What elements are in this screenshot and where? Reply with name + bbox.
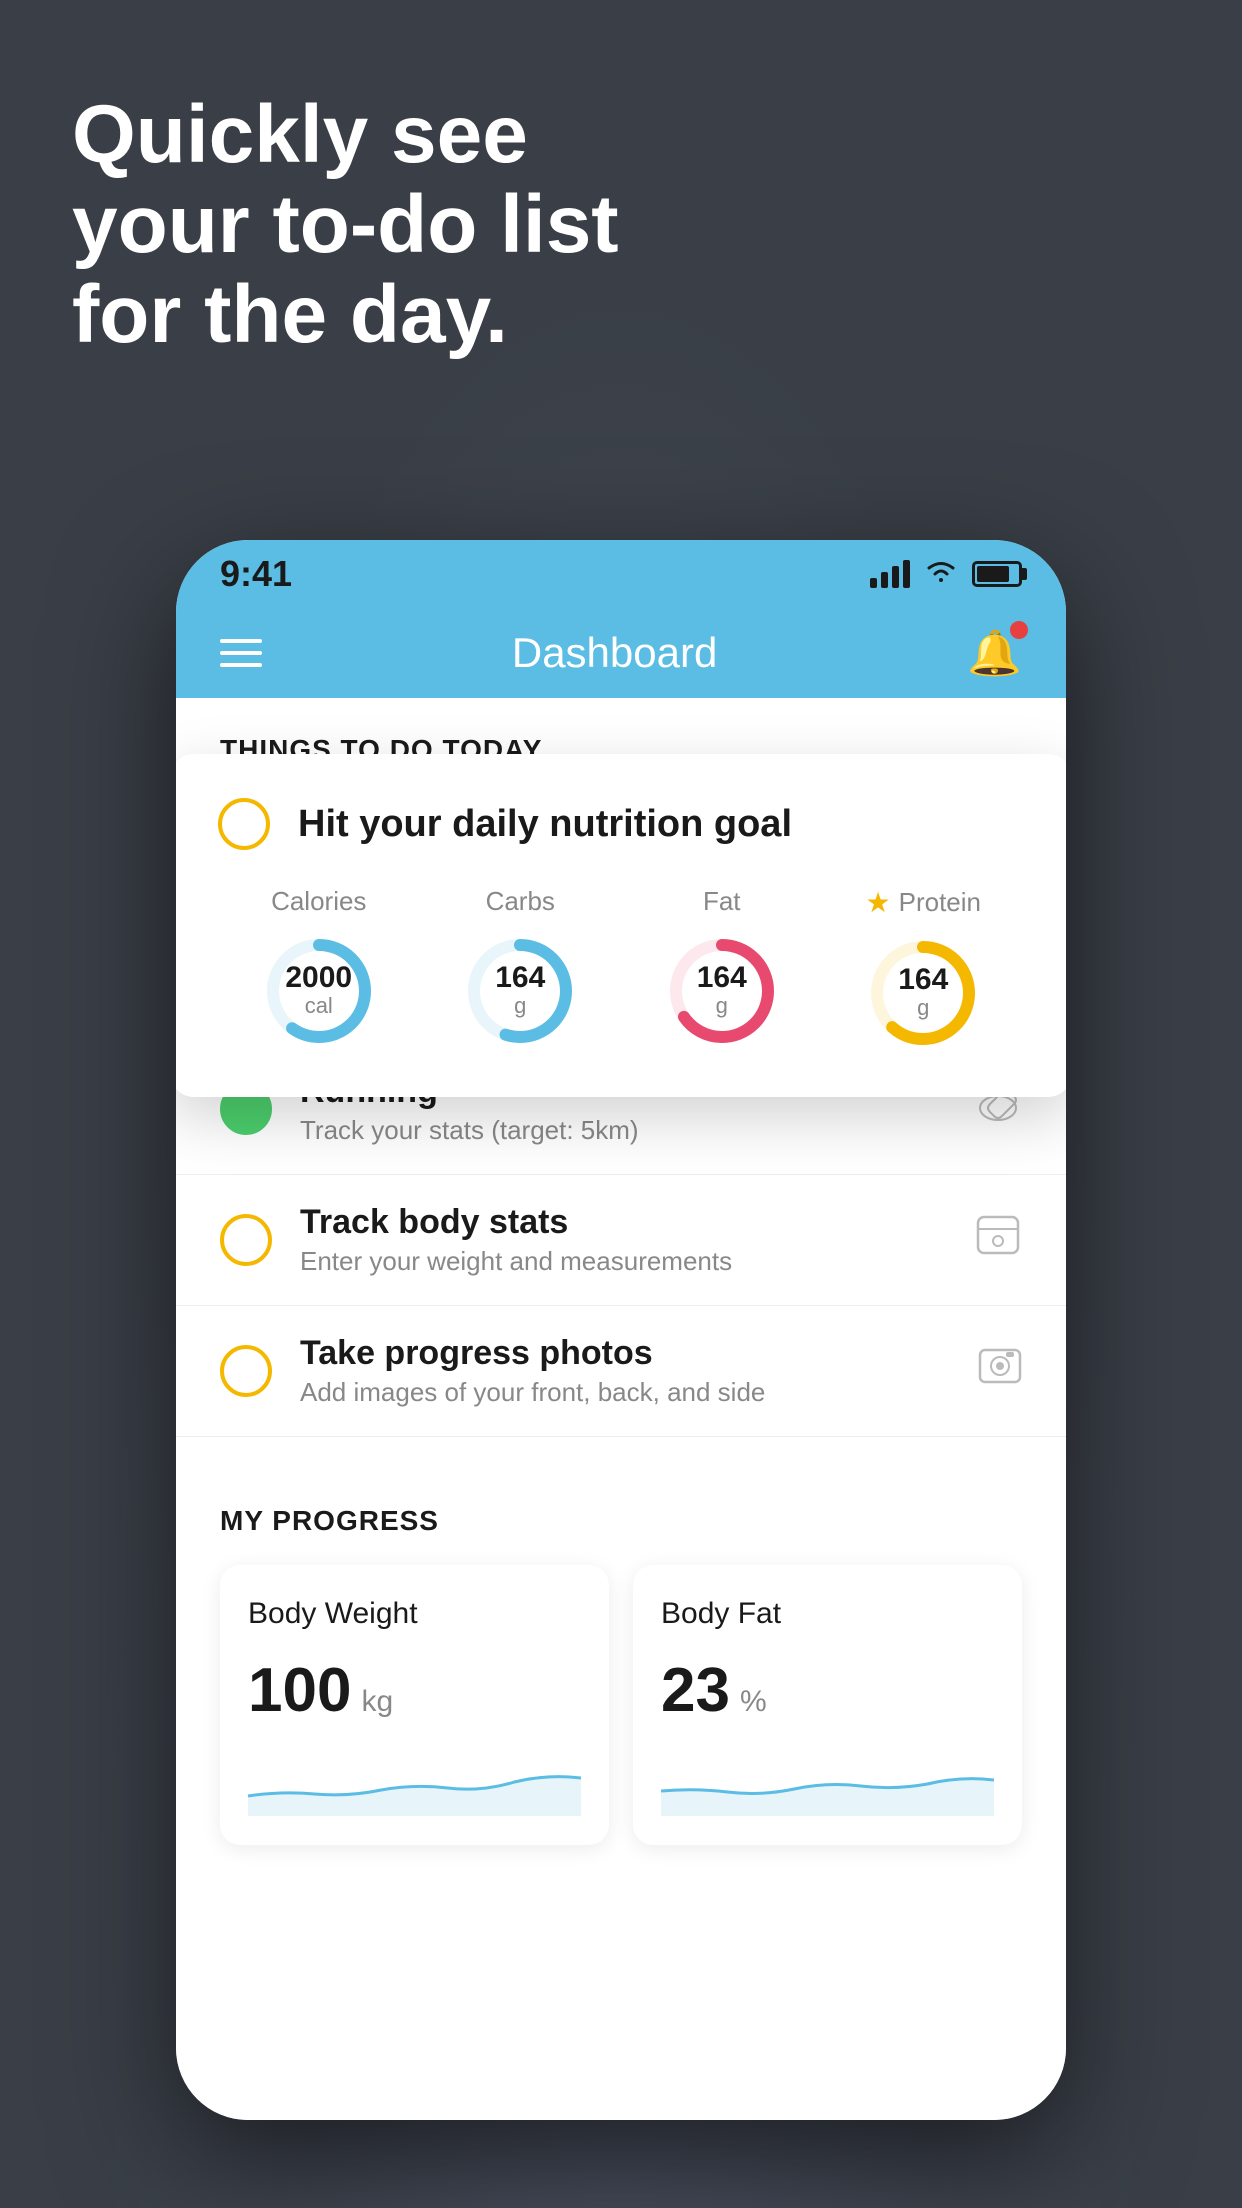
nutrition-calories: Calories 2000 cal [259, 886, 379, 1051]
task-body-stats-content: Track body stats Enter your weight and m… [300, 1203, 946, 1277]
nutrition-row: Calories 2000 cal [218, 886, 1024, 1053]
calories-unit: cal [285, 993, 352, 1019]
notification-badge [1010, 621, 1028, 639]
star-icon: ★ [866, 886, 891, 919]
protein-label: ★ Protein [866, 886, 982, 919]
task-circle-nutrition[interactable] [218, 798, 270, 850]
progress-section: MY PROGRESS Body Weight 100 kg B [176, 1457, 1066, 1845]
body-weight-chart [248, 1746, 581, 1816]
progress-title: MY PROGRESS [220, 1505, 1022, 1537]
protein-donut: 164 g [863, 933, 983, 1053]
body-fat-chart [661, 1746, 994, 1816]
task-circle-body-stats [220, 1214, 272, 1266]
headline: Quickly see your to-do list for the day. [72, 90, 619, 361]
calories-donut: 2000 cal [259, 931, 379, 1051]
status-icons [870, 558, 1022, 591]
fat-label: Fat [703, 886, 741, 917]
phone-frame: 9:41 Dashboard [176, 540, 1066, 2120]
task-progress-photos-name: Take progress photos [300, 1334, 950, 1373]
body-weight-value: 100 [248, 1655, 351, 1726]
fat-donut: 164 g [662, 931, 782, 1051]
protein-value: 164 [898, 965, 948, 995]
body-fat-card: Body Fat 23 % [633, 1565, 1022, 1845]
carbs-value: 164 [495, 963, 545, 993]
notification-button[interactable]: 🔔 [967, 627, 1022, 679]
task-progress-photos-content: Take progress photos Add images of your … [300, 1334, 950, 1408]
carbs-donut: 164 g [460, 931, 580, 1051]
nutrition-card-title: Hit your daily nutrition goal [298, 803, 792, 846]
nutrition-card: Hit your daily nutrition goal Calories [176, 754, 1066, 1097]
task-body-stats-name: Track body stats [300, 1203, 946, 1242]
body-fat-value: 23 [661, 1655, 730, 1726]
carbs-unit: g [495, 993, 545, 1019]
nutrition-carbs: Carbs 164 g [460, 886, 580, 1051]
task-progress-photos-sub: Add images of your front, back, and side [300, 1377, 950, 1408]
scale-icon [974, 1213, 1022, 1267]
protein-unit: g [898, 995, 948, 1021]
status-bar: 9:41 [176, 540, 1066, 608]
content-area: THINGS TO DO TODAY Hit your daily nutrit… [176, 698, 1066, 2120]
nav-title: Dashboard [512, 629, 717, 677]
body-weight-card: Body Weight 100 kg [220, 1565, 609, 1845]
task-progress-photos[interactable]: Take progress photos Add images of your … [176, 1306, 1066, 1437]
progress-cards: Body Weight 100 kg Body Fat 23 % [220, 1565, 1022, 1845]
calories-value: 2000 [285, 963, 352, 993]
body-weight-unit: kg [361, 1685, 393, 1719]
fat-value: 164 [697, 963, 747, 993]
battery-icon [972, 561, 1022, 587]
photo-icon [978, 1344, 1022, 1398]
status-time: 9:41 [220, 553, 292, 595]
task-running-sub: Track your stats (target: 5km) [300, 1115, 946, 1146]
task-circle-photos [220, 1345, 272, 1397]
fat-unit: g [697, 993, 747, 1019]
signal-icon [870, 560, 910, 588]
task-body-stats[interactable]: Track body stats Enter your weight and m… [176, 1175, 1066, 1306]
body-fat-value-row: 23 % [661, 1655, 994, 1726]
task-body-stats-sub: Enter your weight and measurements [300, 1246, 946, 1277]
nutrition-fat: Fat 164 g [662, 886, 782, 1051]
calories-label: Calories [271, 886, 366, 917]
wifi-icon [924, 558, 958, 591]
nav-bar: Dashboard 🔔 [176, 608, 1066, 698]
menu-button[interactable] [220, 639, 262, 667]
body-fat-title: Body Fat [661, 1597, 994, 1631]
body-fat-unit: % [740, 1685, 767, 1719]
nutrition-protein: ★ Protein 164 g [863, 886, 983, 1053]
body-weight-title: Body Weight [248, 1597, 581, 1631]
task-list: Running Track your stats (target: 5km) T… [176, 1044, 1066, 1437]
carbs-label: Carbs [486, 886, 555, 917]
body-weight-value-row: 100 kg [248, 1655, 581, 1726]
